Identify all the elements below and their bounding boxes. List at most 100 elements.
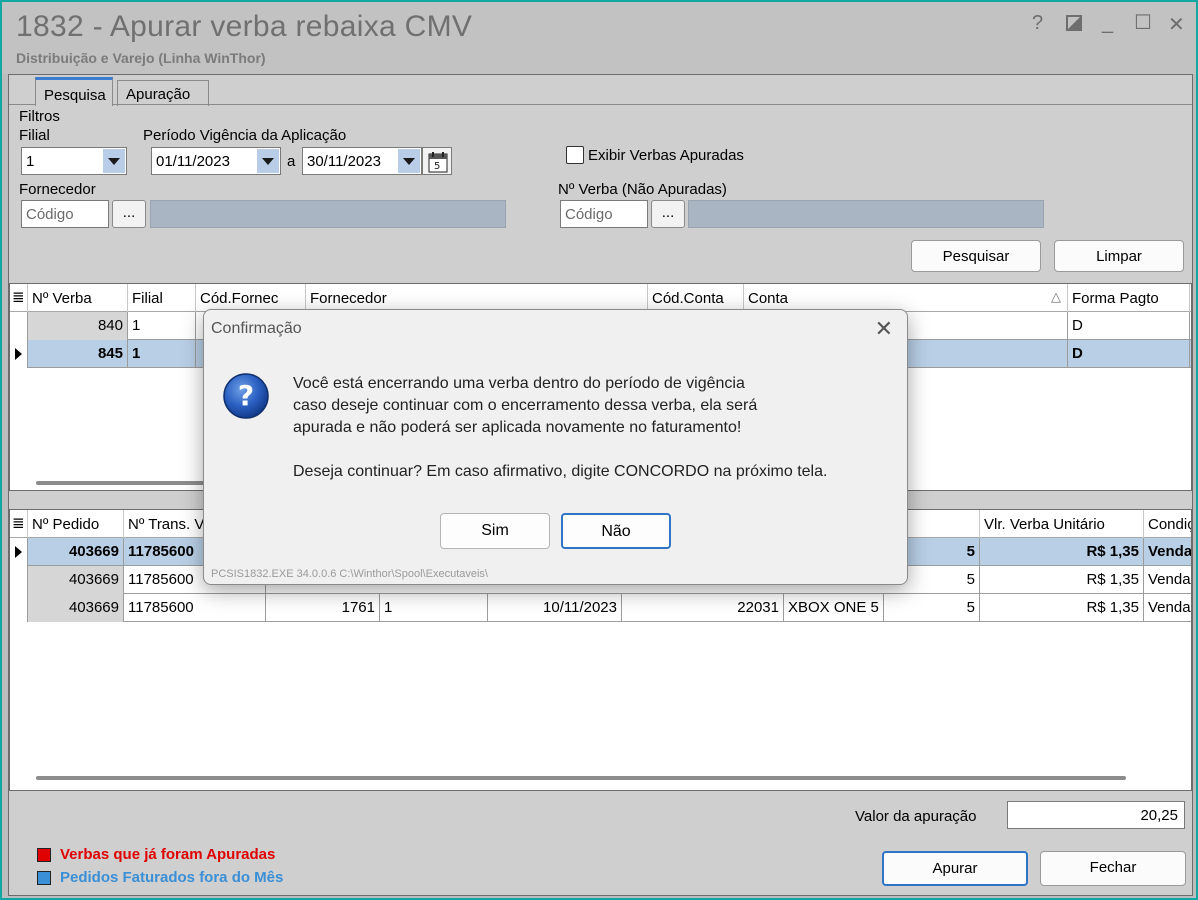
nao-button[interactable]: Não (561, 513, 671, 549)
date-separator: a (287, 153, 296, 170)
fornecedor-code-input[interactable]: Código (21, 200, 109, 228)
header-formapagto[interactable]: Forma Pagto (1068, 284, 1190, 312)
legend-faturados: Pedidos Faturados fora do Mês (60, 869, 284, 886)
verba-code-input[interactable]: Código (560, 200, 648, 228)
header-filial[interactable]: Filial (128, 284, 196, 312)
legend-red-swatch (37, 848, 51, 862)
fornecedor-lookup-button[interactable]: ... (112, 200, 146, 228)
header-codconta[interactable]: Cód.Conta (648, 284, 744, 312)
window-subtitle: Distribuição e Varejo (Linha WinThor) (16, 50, 266, 66)
restore-icon[interactable] (1066, 14, 1082, 37)
cell-data: 10/11/2023 (488, 594, 622, 622)
dialog-title: Confirmação (211, 320, 302, 337)
svg-text:?: ? (238, 379, 254, 412)
row-indicator (10, 312, 28, 340)
header-npedido[interactable]: Nº Pedido (28, 510, 124, 538)
sim-button[interactable]: Sim (440, 513, 550, 549)
tab-apuracao[interactable]: Apuração (117, 80, 209, 106)
header-condicao[interactable]: Condiç (1144, 510, 1191, 538)
cell-verba: 845 (28, 340, 128, 368)
cell-desc: XBOX ONE 5 (784, 594, 884, 622)
row-indicator (10, 594, 28, 622)
header-vlr-verba[interactable]: Vlr. Verba Unitário (980, 510, 1144, 538)
dialog-message-line-2: caso deseje continuar com o encerramento… (293, 397, 758, 414)
cell-filial: 1 (128, 340, 196, 368)
sim-label: Sim (481, 522, 509, 539)
filial-label: Filial (19, 127, 50, 144)
exibir-apuradas-checkbox[interactable] (566, 146, 584, 164)
filial-value: 1 (26, 153, 35, 170)
cell-vlr: R$ 1,35 (980, 538, 1144, 566)
exibir-apuradas-label: Exibir Verbas Apuradas (588, 147, 744, 164)
table-row[interactable]: 403669 11785600 1761 1 10/11/2023 22031 … (10, 594, 1191, 622)
dialog-message-line-3: apurada e não poderá ser aplicada novame… (293, 419, 742, 436)
cell-forma: D (1068, 312, 1190, 340)
cell-prod: 22031 (622, 594, 784, 622)
dialog-footer-path: PCSIS1832.EXE 34.0.0.6 C:\Winthor\Spool\… (211, 568, 488, 580)
chevron-down-icon[interactable] (103, 149, 125, 173)
cell-vlr: R$ 1,35 (980, 566, 1144, 594)
header-nverba[interactable]: Nº Verba (28, 284, 128, 312)
question-icon: ? (222, 372, 270, 424)
date-to-value: 30/11/2023 (307, 153, 381, 170)
cell-verba: 840 (28, 312, 128, 340)
nao-label: Não (601, 523, 631, 540)
close-icon[interactable]: ✕ (1168, 12, 1185, 37)
header-conta[interactable]: Conta △ (744, 284, 1068, 312)
cell-pedido: 403669 (28, 538, 124, 566)
chevron-down-icon[interactable] (398, 149, 420, 173)
cell-pedido: 403669 (28, 594, 124, 622)
help-icon[interactable]: ? (1032, 12, 1043, 35)
date-from-value: 01/11/2023 (156, 153, 230, 170)
cell-vlr: R$ 1,35 (980, 594, 1144, 622)
fornecedor-name-field (150, 200, 506, 228)
legend-apuradas: Verbas que já foram Apuradas (60, 846, 276, 863)
column-chooser-icon[interactable]: ≣ (10, 510, 28, 538)
fechar-button[interactable]: Fechar (1040, 851, 1186, 886)
dialog-message-line-1: Você está encerrando uma verba dentro do… (293, 375, 745, 392)
chevron-down-icon[interactable] (257, 149, 279, 173)
verba-desc-field (688, 200, 1044, 228)
dialog-body: ? Você está encerrando uma verba dentro … (204, 350, 907, 565)
confirmation-dialog: Confirmação ✕ ? Você está encerrando uma… (203, 309, 908, 585)
periodo-label: Período Vigência da Aplicação (143, 127, 347, 144)
cell-pedido: 403669 (28, 566, 124, 594)
calendar-icon[interactable]: 5 (422, 147, 452, 175)
main-window: 1832 - Apurar verba rebaixa CMV Distribu… (0, 0, 1198, 900)
dialog-close-icon[interactable]: ✕ (875, 316, 893, 342)
column-chooser-icon[interactable]: ≣ (10, 284, 28, 312)
header-fornecedor[interactable]: Fornecedor (306, 284, 648, 312)
filial-select[interactable]: 1 (21, 147, 127, 175)
row-indicator-arrow (10, 538, 28, 566)
cell-extra: V (1190, 312, 1191, 340)
pesquisar-button[interactable]: Pesquisar (911, 240, 1041, 272)
header-more[interactable] (1190, 284, 1191, 312)
limpar-button[interactable]: Limpar (1054, 240, 1184, 272)
horizontal-scrollbar[interactable] (36, 776, 1126, 780)
tab-divider (9, 104, 1192, 105)
tab-pesquisa[interactable]: Pesquisa (35, 77, 113, 106)
date-to-field[interactable]: 30/11/2023 (302, 147, 422, 175)
cell-cond: Venda (1144, 594, 1191, 622)
maximize-icon[interactable]: ☐ (1134, 10, 1152, 35)
fechar-label: Fechar (1089, 859, 1137, 876)
verba-label: Nº Verba (Não Apuradas) (558, 181, 727, 198)
verba-lookup-button[interactable]: ... (651, 200, 685, 228)
date-from-field[interactable]: 01/11/2023 (151, 147, 281, 175)
legend-blue-swatch (37, 871, 51, 885)
header-codfornec[interactable]: Cód.Fornec (196, 284, 306, 312)
svg-text:5: 5 (434, 161, 440, 172)
apurar-button[interactable]: Apurar (882, 851, 1028, 886)
minimize-icon[interactable]: _ (1102, 12, 1113, 35)
cell-cond: Venda (1144, 566, 1191, 594)
valor-apuracao-label: Valor da apuração (855, 808, 977, 825)
row-indicator (10, 566, 28, 594)
cell-fil: 1 (380, 594, 488, 622)
cell-qt: 5 (884, 594, 980, 622)
valor-apuracao-field: 20,25 (1007, 801, 1185, 829)
cell-filial: 1 (128, 312, 196, 340)
sort-icon: △ (1051, 289, 1061, 304)
header-conta-label: Conta (748, 290, 789, 307)
cell-extra: A (1190, 340, 1191, 368)
cell-trans: 11785600 (124, 594, 266, 622)
